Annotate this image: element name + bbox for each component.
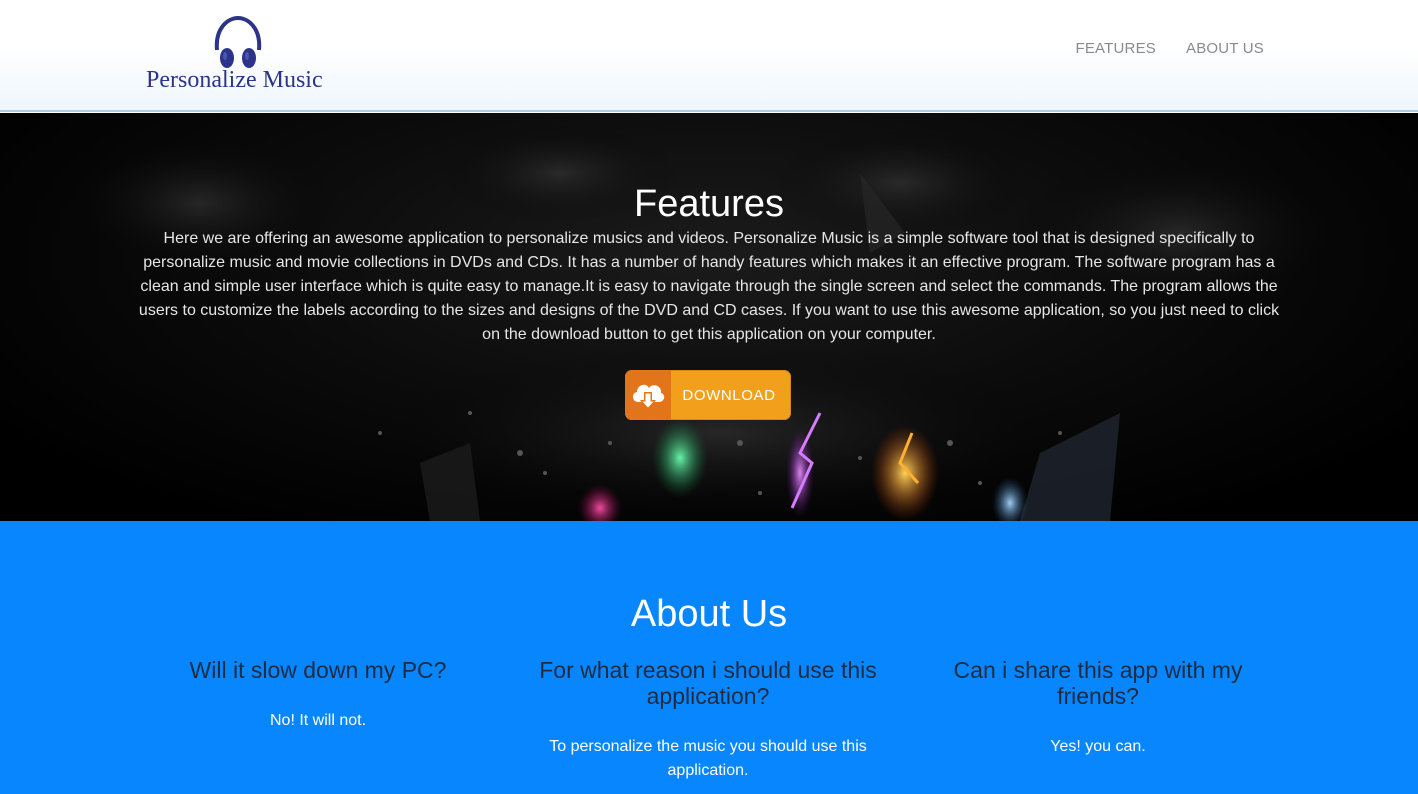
faq-item: Will it slow down my PC? No! It will not… <box>138 657 498 733</box>
download-icon-container <box>625 370 671 420</box>
faq-item: Can i share this app with my friends? Ye… <box>918 657 1278 759</box>
about-title: About Us <box>630 593 788 635</box>
download-button[interactable]: DOWNLOAD <box>625 370 791 420</box>
faq-question: For what reason i should use this applic… <box>539 657 877 709</box>
faq-answer: No! It will not. <box>269 712 367 729</box>
faq-item: For what reason i should use this applic… <box>528 657 888 783</box>
download-label: DOWNLOAD <box>682 386 776 404</box>
faq-answer: To personalize the music you should use … <box>549 738 867 779</box>
headphones-icon <box>214 15 262 68</box>
nav-features[interactable]: FEATURES <box>1075 40 1156 57</box>
faq-question: Will it slow down my PC? <box>189 657 447 683</box>
nav-about-us[interactable]: ABOUT US <box>1186 40 1264 57</box>
about-section: About Us Will it slow down my PC? No! It… <box>0 521 1418 794</box>
features-section: Features Here we are offering an awesome… <box>0 113 1418 521</box>
faq-answer: Yes! you can. <box>1050 738 1146 755</box>
logo-text: Personalize Music <box>146 67 323 93</box>
site-header: Personalize Music FEATURES ABOUT US <box>0 0 1418 112</box>
features-title: Features <box>634 183 784 225</box>
features-description: Here we are offering an awesome applicat… <box>138 230 1280 343</box>
faq-question: Can i share this app with my friends? <box>953 657 1243 709</box>
logo[interactable]: Personalize Music <box>140 12 340 98</box>
main-nav: FEATURES ABOUT US <box>1075 40 1264 57</box>
cloud-download-icon <box>632 384 665 410</box>
